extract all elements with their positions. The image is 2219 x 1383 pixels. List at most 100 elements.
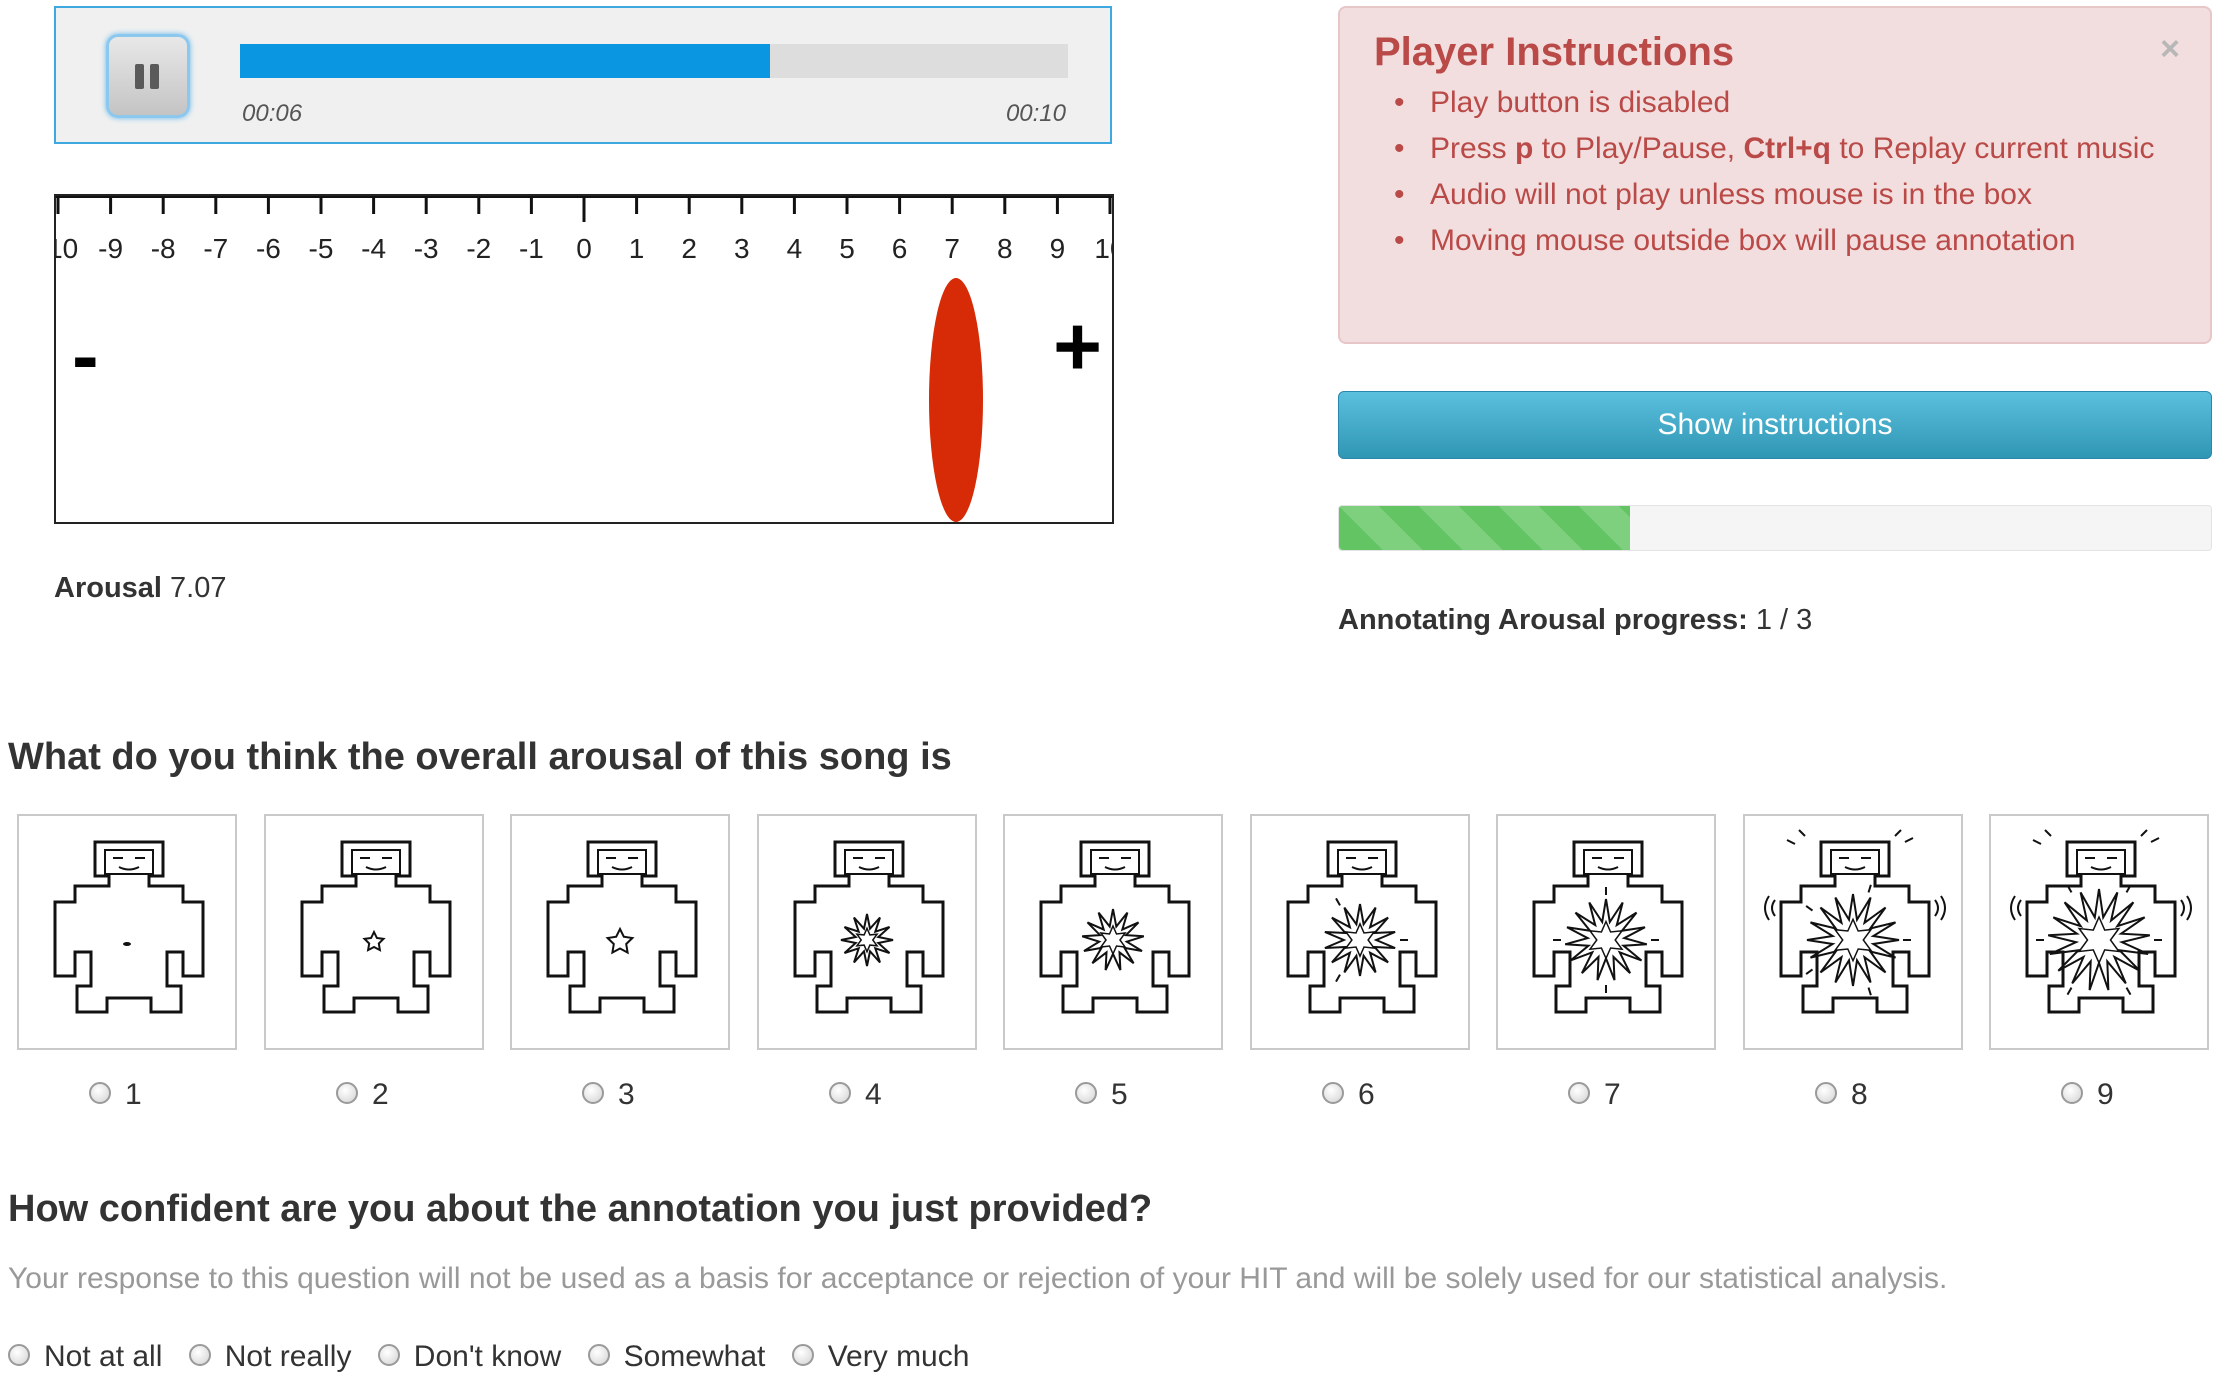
- sam-figure-9[interactable]: [1989, 814, 2209, 1050]
- key-ctrl-q: Ctrl+q: [1743, 132, 1831, 165]
- arousal-option-3[interactable]: 3: [582, 1078, 635, 1112]
- ruler-tick-label: -10: [56, 233, 78, 264]
- confidence-option-not-at-all[interactable]: Not at all: [8, 1340, 162, 1374]
- sam-figure-icon: [2010, 829, 2192, 1014]
- radio-button[interactable]: [89, 1082, 111, 1105]
- annotation-box[interactable]: -10-9-8-7-6-5-4-3-2-1012345678910 - +: [54, 194, 1114, 524]
- sam-figure-2[interactable]: [264, 814, 484, 1050]
- radio-button[interactable]: [336, 1082, 358, 1105]
- confidence-question-title: How confident are you about the annotati…: [8, 1188, 1153, 1230]
- radio-button[interactable]: [1815, 1082, 1837, 1105]
- arousal-option-1[interactable]: 1: [89, 1078, 142, 1112]
- ruler-tick-label: 3: [734, 233, 750, 264]
- instructions-list: Play button is disabled Press p to Play/…: [1374, 80, 2194, 264]
- ruler-tick-label: -8: [151, 233, 176, 264]
- radio-button[interactable]: [582, 1082, 604, 1105]
- annotation-progress-fill: [1339, 506, 1630, 550]
- progress-label: Annotating Arousal progress:: [1338, 604, 1748, 636]
- ruler-tick-label: 10: [1094, 233, 1112, 264]
- confidence-question-note: Your response to this question will not …: [8, 1262, 1948, 1295]
- sam-figure-1[interactable]: [17, 814, 237, 1050]
- sam-figure-icon: [1039, 840, 1191, 1014]
- arousal-option-4[interactable]: 4: [829, 1078, 882, 1112]
- instruction-item: Press p to Play/Pause, Ctrl+q to Replay …: [1374, 126, 2194, 172]
- sam-figure-3[interactable]: [510, 814, 730, 1050]
- radio-button[interactable]: [791, 1344, 814, 1367]
- radio-button[interactable]: [1075, 1082, 1097, 1105]
- arousal-value: 7.07: [170, 572, 227, 604]
- arousal-option-8[interactable]: 8: [1815, 1078, 1868, 1112]
- arousal-option-6[interactable]: 6: [1322, 1078, 1375, 1112]
- instruction-item: Play button is disabled: [1374, 80, 2194, 126]
- seek-bar-fill: [240, 44, 770, 78]
- annotation-progress-bar: [1338, 505, 2212, 551]
- audio-player: 00:06 00:10: [54, 6, 1112, 144]
- current-time: 00:06: [242, 100, 303, 127]
- ruler-tick-label: -1: [519, 233, 544, 264]
- radio-button[interactable]: [587, 1344, 610, 1367]
- key-p: p: [1515, 132, 1534, 165]
- ruler-tick-label: 2: [681, 233, 697, 264]
- sam-figure-8[interactable]: [1743, 814, 1963, 1050]
- close-icon[interactable]: ×: [2160, 30, 2180, 69]
- instruction-item: Audio will not play unless mouse is in t…: [1374, 172, 2194, 218]
- instruction-item: Moving mouse outside box will pause anno…: [1374, 218, 2194, 264]
- ruler-tick-label: -7: [203, 233, 228, 264]
- sam-figure-icon: [1764, 829, 1946, 1014]
- sam-figure-5[interactable]: [1003, 814, 1223, 1050]
- sam-figure-icon: [1532, 840, 1684, 1014]
- confidence-option-dont-know[interactable]: Don't know: [377, 1340, 561, 1374]
- show-instructions-button[interactable]: Show instructions: [1338, 391, 2212, 459]
- sam-figure-4[interactable]: [757, 814, 977, 1050]
- sam-figure-7[interactable]: [1496, 814, 1716, 1050]
- ruler-tick-label: -9: [98, 233, 123, 264]
- arousal-option-7[interactable]: 7: [1568, 1078, 1621, 1112]
- arousal-readout: Arousal 7.07: [54, 572, 227, 605]
- radio-button[interactable]: [377, 1344, 400, 1367]
- sam-figure-icon: [1286, 840, 1438, 1014]
- sam-figure-icon: [53, 840, 205, 1014]
- ruler-tick-label: 5: [839, 233, 855, 264]
- ruler-tick-label: 4: [787, 233, 803, 264]
- arousal-marker[interactable]: [928, 278, 983, 522]
- arousal-option-5[interactable]: 5: [1075, 1078, 1128, 1112]
- pause-button[interactable]: [106, 34, 190, 118]
- pause-icon: [135, 64, 144, 89]
- ruler-tick-label: -3: [414, 233, 439, 264]
- confidence-options: Not at all Not really Don't know Somewha…: [8, 1340, 987, 1374]
- ruler-tick-label: 9: [1050, 233, 1066, 264]
- player-instructions-alert: Player Instructions × Play button is dis…: [1338, 6, 2212, 344]
- radio-button[interactable]: [1322, 1082, 1344, 1105]
- ruler-tick-label: -2: [466, 233, 491, 264]
- arousal-option-2[interactable]: 2: [336, 1078, 389, 1112]
- arousal-question-title: What do you think the overall arousal of…: [8, 736, 952, 778]
- ruler-tick-label: -5: [309, 233, 334, 264]
- arousal-label: Arousal: [54, 572, 162, 604]
- arousal-option-9[interactable]: 9: [2061, 1078, 2114, 1112]
- ruler-tick-label: 6: [892, 233, 908, 264]
- radio-button[interactable]: [8, 1344, 30, 1367]
- ruler-tick-label: 7: [944, 233, 960, 264]
- sam-figure-icon: [793, 840, 945, 1014]
- radio-button[interactable]: [829, 1082, 851, 1105]
- progress-value: 1 / 3: [1755, 604, 1813, 636]
- ruler-tick-label: -6: [256, 233, 281, 264]
- sam-figure-6[interactable]: [1250, 814, 1470, 1050]
- radio-button[interactable]: [1568, 1082, 1590, 1105]
- radio-button[interactable]: [2061, 1082, 2083, 1105]
- ruler-tick-label: 8: [997, 233, 1013, 264]
- sam-figure-icon: [546, 840, 698, 1014]
- plus-sign: +: [1052, 299, 1102, 393]
- confidence-option-somewhat[interactable]: Somewhat: [587, 1340, 765, 1374]
- instructions-title: Player Instructions: [1374, 30, 1735, 74]
- sam-figure-icon: [300, 840, 452, 1014]
- annotation-progress-text: Annotating Arousal progress: 1 / 3: [1338, 604, 1812, 637]
- total-time: 00:10: [1005, 100, 1066, 127]
- ruler-tick-label: 0: [576, 233, 592, 264]
- ruler-tick-label: -4: [361, 233, 386, 264]
- radio-button[interactable]: [188, 1344, 211, 1367]
- ruler-tick-label: 1: [629, 233, 645, 264]
- confidence-option-not-really[interactable]: Not really: [188, 1340, 351, 1374]
- confidence-option-very-much[interactable]: Very much: [791, 1340, 969, 1374]
- seek-bar[interactable]: [240, 44, 1068, 78]
